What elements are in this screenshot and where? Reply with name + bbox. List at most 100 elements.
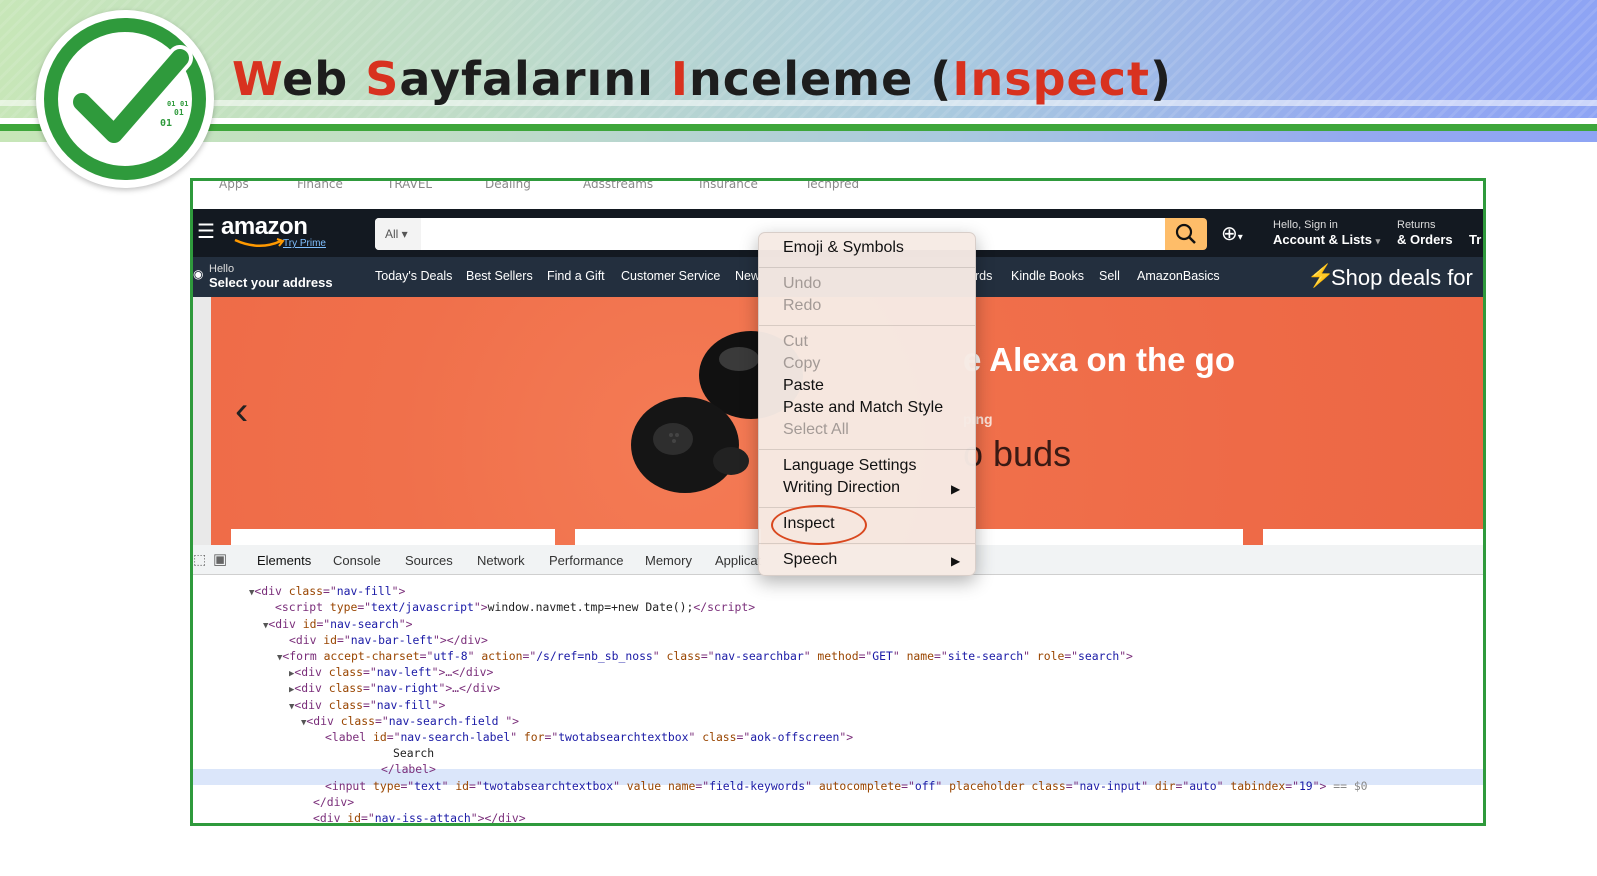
dom-node-markup: <div class="nav-fill"> bbox=[294, 697, 446, 712]
try-prime-link[interactable]: Try Prime bbox=[283, 238, 326, 249]
menu-item-undo: Undo bbox=[783, 275, 822, 292]
content-card bbox=[1263, 529, 1483, 545]
returns-label: Returns bbox=[1397, 219, 1436, 231]
devtools-tab-network[interactable]: Network bbox=[477, 553, 525, 568]
devtools-tab-sources[interactable]: Sources bbox=[405, 553, 453, 568]
bookmark-item[interactable]: Techpred bbox=[805, 181, 859, 191]
hero-product-name: o buds bbox=[963, 433, 1072, 474]
nav-link[interactable]: Sell bbox=[1099, 269, 1120, 283]
submenu-arrow-icon: ▶ bbox=[951, 554, 961, 568]
select-element-icon[interactable]: ⬚ bbox=[193, 551, 206, 568]
nav-link[interactable]: Kindle Books bbox=[1011, 269, 1084, 283]
dom-node-line[interactable]: <script type="text/javascript">window.na… bbox=[275, 599, 755, 615]
dom-node-markup: <label id="nav-search-label" for="twotab… bbox=[325, 730, 854, 744]
nav-link[interactable]: Today's Deals bbox=[375, 269, 452, 283]
nav-link[interactable]: Best Sellers bbox=[466, 269, 533, 283]
menu-item-paste-and-match-style[interactable]: Paste and Match Style bbox=[783, 399, 943, 417]
bookmark-item[interactable]: TRAVEL bbox=[387, 181, 432, 191]
hello-label: Hello bbox=[209, 263, 235, 275]
bookmark-item[interactable]: Adsstreams bbox=[583, 181, 653, 191]
dom-node-markup: <div class="nav-search-field "> bbox=[306, 713, 520, 728]
dom-node-line[interactable]: </label> bbox=[381, 761, 436, 777]
title-part: ) bbox=[1149, 52, 1173, 106]
dom-node-line[interactable]: <div id="nav-bar-left"></div> bbox=[289, 632, 488, 648]
search-category-label: All bbox=[385, 227, 399, 241]
menu-item-copy: Copy bbox=[783, 355, 821, 372]
menu-item-select-all: Select All bbox=[783, 421, 849, 438]
menu-separator bbox=[759, 325, 975, 326]
dom-node-markup: <div id="nav-iss-attach"></div> bbox=[313, 811, 526, 823]
nav-link[interactable]: Find a Gift bbox=[547, 269, 605, 283]
search-button[interactable] bbox=[1165, 218, 1207, 250]
cart-link-partial[interactable]: Tr bbox=[1469, 232, 1481, 247]
devtools-tab-applicat[interactable]: Applicat bbox=[715, 553, 761, 568]
dom-node-markup: <form accept-charset="utf-8" action="/s/… bbox=[282, 649, 1133, 663]
dom-node-markup: <div class="nav-right">…</div> bbox=[294, 681, 501, 696]
search-category-select[interactable]: All ▾ bbox=[375, 218, 421, 250]
orders-link[interactable]: & Orders bbox=[1397, 232, 1453, 247]
devtools-tab-elements[interactable]: Elements bbox=[257, 553, 311, 568]
menu-item-paste[interactable]: Paste bbox=[783, 377, 824, 395]
title-part: Inspect bbox=[952, 52, 1150, 106]
devtools-tab-performance[interactable]: Performance bbox=[549, 553, 623, 568]
dom-node-markup: Search bbox=[393, 746, 435, 761]
dom-node-markup: <script type="text/javascript">window.na… bbox=[275, 600, 756, 615]
menu-item-speech[interactable]: Speech bbox=[783, 551, 837, 569]
dom-node-line[interactable]: <div id="nav-iss-attach"></div> bbox=[313, 810, 526, 823]
logo-digits: 01 bbox=[180, 100, 188, 108]
menu-separator bbox=[759, 449, 975, 450]
carousel-prev-icon[interactable]: ‹ bbox=[235, 389, 248, 434]
content-card bbox=[575, 529, 761, 545]
devtools-tab-memory[interactable]: Memory bbox=[645, 553, 692, 568]
title-part: nceleme ( bbox=[688, 52, 953, 106]
dom-node-markup: <div class="nav-fill"> bbox=[254, 584, 406, 599]
slide-title: Web Sayfalarını Inceleme (Inspect) bbox=[232, 52, 1172, 106]
search-icon bbox=[1175, 223, 1196, 244]
nav-link[interactable]: New bbox=[735, 269, 760, 283]
menu-item-emoji-symbols[interactable]: Emoji & Symbols bbox=[783, 239, 904, 257]
menu-separator bbox=[759, 267, 975, 268]
dom-node-markup: <div class="nav-left">…</div> bbox=[294, 665, 494, 680]
menu-item-cut: Cut bbox=[783, 333, 808, 350]
dom-node-line[interactable] bbox=[193, 575, 241, 583]
bookmark-item[interactable]: Apps bbox=[219, 181, 249, 191]
submenu-arrow-icon: ▶ bbox=[951, 482, 961, 496]
dom-node-markup: </label> bbox=[381, 762, 436, 777]
nav-link[interactable]: Customer Service bbox=[621, 269, 720, 283]
device-toggle-icon[interactable]: ▣ bbox=[213, 550, 227, 568]
content-card bbox=[231, 529, 555, 545]
dom-node-line[interactable]: Search bbox=[393, 745, 434, 761]
globe-language-icon[interactable]: ⊕▾ bbox=[1221, 221, 1243, 246]
menu-item-writing-direction[interactable]: Writing Direction bbox=[783, 479, 900, 497]
nav-link[interactable]: rds bbox=[975, 269, 992, 283]
inspect-highlight-circle bbox=[771, 505, 867, 545]
hero-gutter bbox=[193, 297, 211, 545]
checkmark-logo: 01 01 01 01 bbox=[36, 10, 214, 188]
menu-item-language-settings[interactable]: Language Settings bbox=[783, 457, 916, 475]
amazon-smile-icon bbox=[234, 238, 285, 247]
hamburger-menu-icon[interactable]: ☰ bbox=[197, 219, 215, 244]
shop-deals-link[interactable]: Shop deals for bbox=[1331, 265, 1473, 291]
account-lists-label: Account & Lists bbox=[1273, 232, 1372, 247]
menu-item-redo: Redo bbox=[783, 297, 822, 314]
bookmark-item[interactable]: Dealing bbox=[485, 181, 531, 191]
logo-digits: 01 bbox=[174, 108, 184, 117]
dom-node-markup: <div id="nav-bar-left"></div> bbox=[289, 632, 488, 647]
dom-node-markup: <input type="text" id="twotabsearchtextb… bbox=[325, 778, 1368, 793]
select-address-link[interactable]: Select your address bbox=[209, 275, 333, 290]
bookmarks-bar: Apps Finance TRAVEL Dealing Adsstreams Insura… bbox=[193, 181, 1483, 209]
dom-node-line[interactable]: </div> bbox=[313, 794, 354, 810]
nav-link[interactable]: AmazonBasics bbox=[1137, 269, 1220, 283]
bookmark-item[interactable]: Insurance bbox=[699, 181, 758, 191]
logo-digits: 01 bbox=[167, 100, 175, 108]
devtools-tab-console[interactable]: Console bbox=[333, 553, 381, 568]
title-part: ayfalarını bbox=[399, 52, 671, 106]
dom-node-line[interactable]: <label id="nav-search-label" for="twotab… bbox=[325, 729, 853, 745]
context-menu: Emoji & Symbols Undo Redo Cut Copy Paste Paste… bbox=[758, 232, 976, 576]
title-part: eb bbox=[282, 52, 366, 106]
bookmark-item[interactable]: Finance bbox=[297, 181, 343, 191]
account-lists-menu[interactable]: Account & Lists ▾ bbox=[1273, 232, 1380, 247]
slide: 01 01 01 01 Web Sayfalarını Inceleme (In… bbox=[0, 0, 1597, 876]
dom-node-line[interactable]: <input type="text" id="twotabsearchtextb… bbox=[325, 778, 1368, 794]
title-part: W bbox=[232, 52, 283, 106]
